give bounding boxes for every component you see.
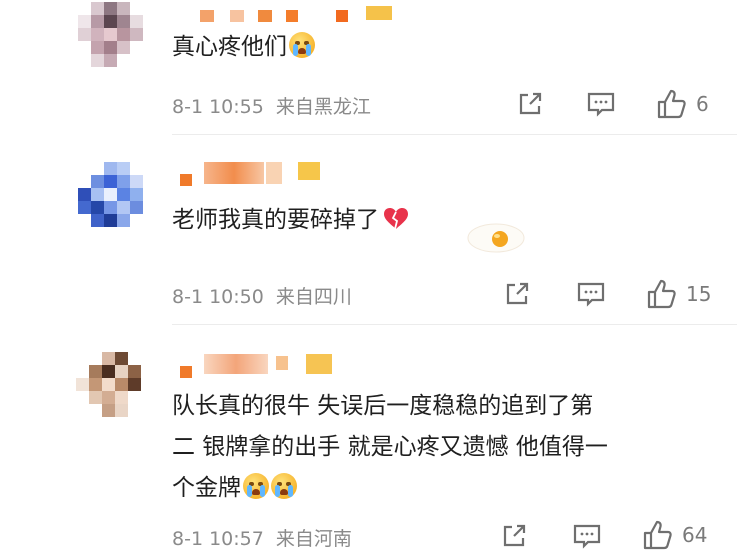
avatar[interactable] bbox=[78, 162, 154, 238]
comment-icon bbox=[577, 282, 605, 307]
like-count: 15 bbox=[686, 282, 712, 306]
like-count: 64 bbox=[682, 523, 708, 547]
comment-body: 老师我真的要碎掉了 bbox=[172, 207, 379, 233]
share-button[interactable] bbox=[500, 522, 528, 550]
like-button[interactable]: 64 bbox=[642, 519, 707, 551]
comment-item: 真心疼他们 8-1 10:55 来自黑龙江 6 bbox=[0, 0, 751, 135]
comment-meta: 8-1 10:57 来自河南 bbox=[172, 524, 352, 551]
crying-face-icon bbox=[289, 32, 315, 58]
comment-body: 真心疼他们 bbox=[172, 34, 287, 60]
thumbs-up-icon bbox=[647, 279, 676, 309]
avatar[interactable] bbox=[76, 352, 152, 428]
divider bbox=[172, 324, 737, 325]
comment-icon bbox=[573, 524, 601, 549]
thumbs-up-icon bbox=[657, 89, 686, 119]
reply-button[interactable] bbox=[576, 280, 606, 308]
reply-button[interactable] bbox=[586, 90, 616, 118]
comment-text: 队长真的很牛 失误后一度稳稳的追到了第 二 银牌拿的出手 就是心疼又遗憾 他值得… bbox=[172, 386, 608, 509]
like-count: 6 bbox=[696, 92, 709, 116]
share-icon bbox=[506, 282, 529, 305]
timestamp: 8-1 10:55 bbox=[172, 96, 264, 118]
comment-meta: 8-1 10:50 来自四川 bbox=[172, 282, 352, 309]
divider bbox=[172, 134, 737, 135]
broken-heart-icon bbox=[384, 208, 408, 230]
reply-button[interactable] bbox=[572, 522, 602, 550]
username[interactable] bbox=[180, 162, 340, 186]
crying-face-icon bbox=[271, 473, 297, 499]
comment-text: 真心疼他们 bbox=[172, 26, 315, 68]
like-button[interactable]: 6 bbox=[656, 88, 709, 120]
thumbs-up-icon bbox=[643, 520, 672, 550]
comment-text: 老师我真的要碎掉了 bbox=[172, 199, 409, 241]
location: 来自黑龙江 bbox=[275, 96, 371, 118]
avatar[interactable] bbox=[78, 2, 154, 78]
comment-line: 个金牌 bbox=[172, 475, 241, 501]
username[interactable] bbox=[200, 6, 400, 28]
comment-icon bbox=[587, 92, 615, 117]
share-icon bbox=[519, 92, 542, 115]
timestamp: 8-1 10:50 bbox=[172, 286, 264, 308]
location: 来自河南 bbox=[275, 528, 352, 550]
share-button[interactable] bbox=[503, 280, 531, 308]
username[interactable] bbox=[180, 354, 340, 378]
comment-meta: 8-1 10:55 来自黑龙江 bbox=[172, 92, 371, 119]
share-button[interactable] bbox=[516, 90, 544, 118]
fried-egg-sticker bbox=[463, 221, 527, 255]
crying-face-icon bbox=[243, 473, 269, 499]
location: 来自四川 bbox=[275, 286, 352, 308]
comment-line: 队长真的很牛 失误后一度稳稳的追到了第 bbox=[172, 393, 594, 419]
like-button[interactable]: 15 bbox=[646, 278, 711, 310]
share-icon bbox=[503, 524, 526, 547]
comment-line: 二 银牌拿的出手 就是心疼又遗憾 他值得一 bbox=[172, 434, 608, 460]
timestamp: 8-1 10:57 bbox=[172, 528, 264, 550]
